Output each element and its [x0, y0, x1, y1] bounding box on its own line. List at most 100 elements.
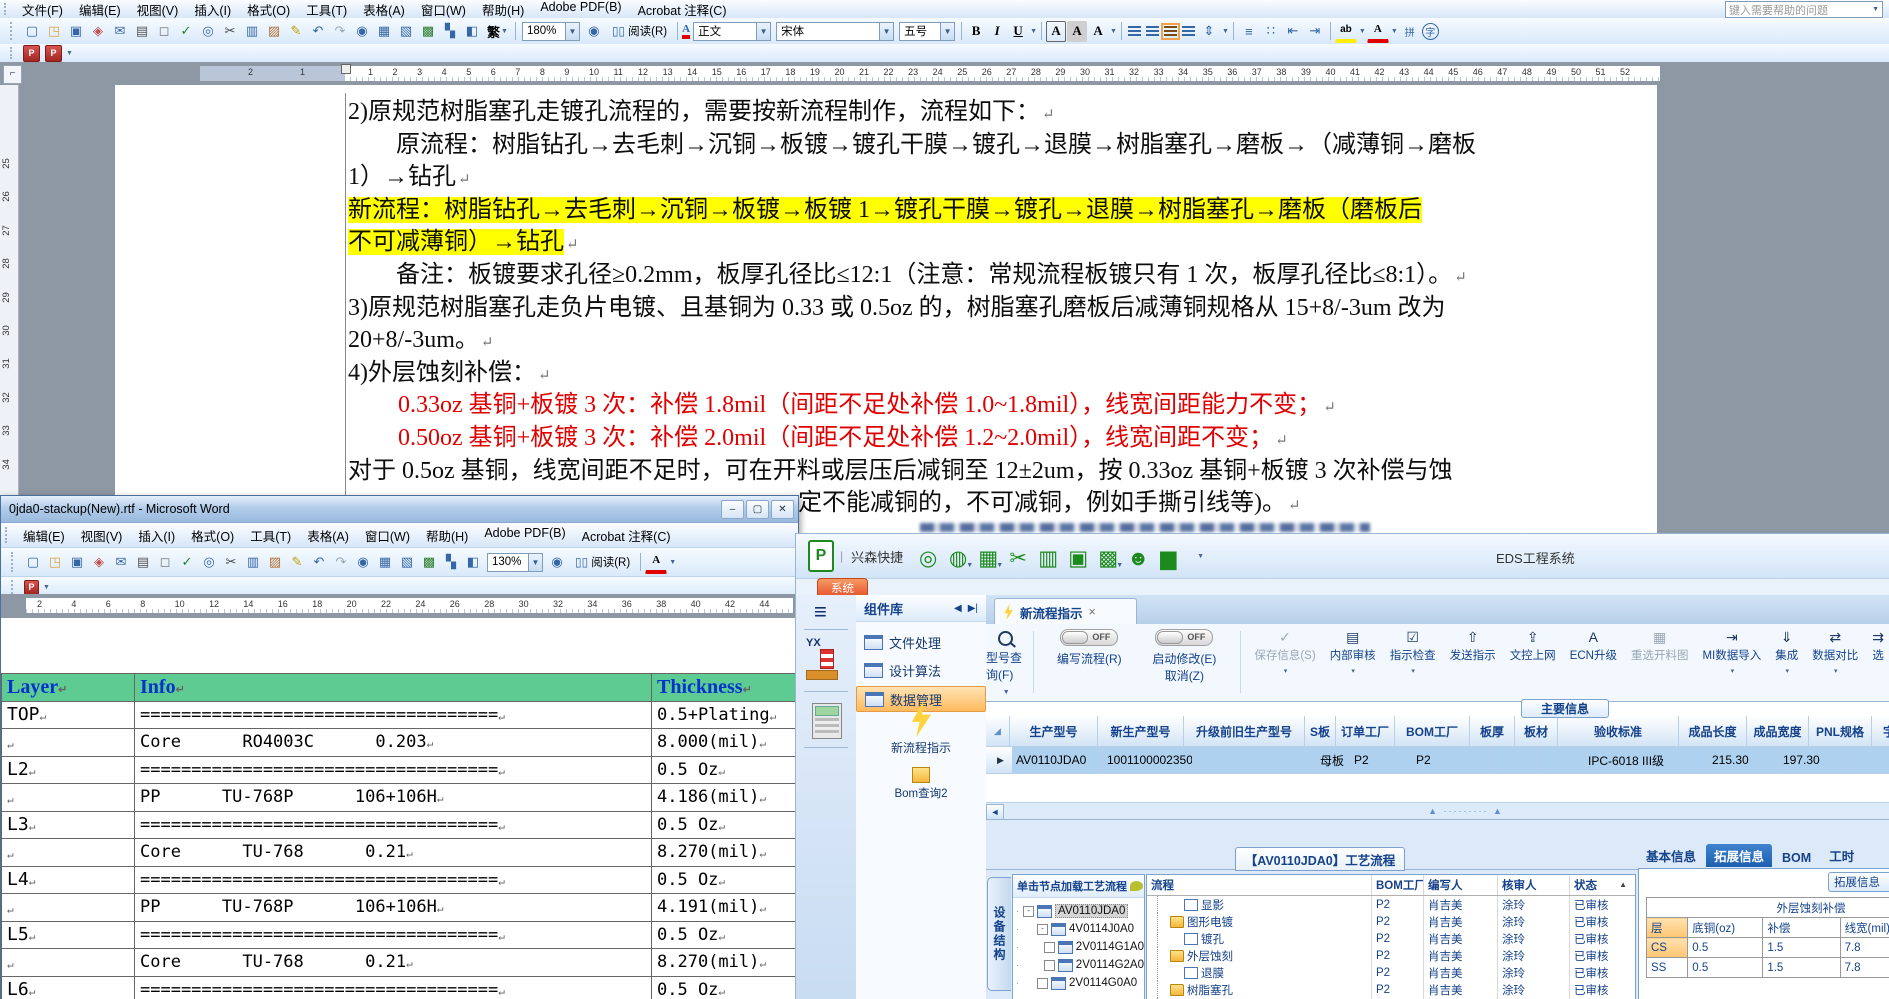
italic-button[interactable]: I: [987, 21, 1007, 42]
menu-item[interactable]: 表格(A): [299, 524, 357, 547]
tree-expander[interactable]: -: [1037, 923, 1048, 935]
toolbar-grip[interactable]: [10, 46, 16, 60]
column-header[interactable]: 验收标准: [1558, 716, 1679, 747]
bold-button[interactable]: B: [966, 21, 986, 42]
align-center-button[interactable]: [1145, 25, 1159, 37]
column-header[interactable]: 成品长度: [1679, 716, 1747, 747]
tree-item[interactable]: 2V0114G2A0: [1017, 956, 1144, 974]
undo-icon[interactable]: ↶: [307, 21, 329, 42]
help-icon[interactable]: ◉: [546, 552, 568, 573]
calculator-icon[interactable]: [812, 703, 842, 739]
flow-row[interactable]: 退膜 P2 肖吉美 涂玲 已审核: [1147, 964, 1635, 981]
copy-icon[interactable]: ▥: [242, 552, 264, 573]
hyperlink-icon[interactable]: ◉: [352, 552, 374, 573]
ext-tab[interactable]: 工时: [1821, 844, 1862, 867]
stackup-titlebar[interactable]: 0jda0-stackup(New).rtf - Microsoft Word …: [1, 496, 798, 523]
stackup-row[interactable]: L5↵ ===================================↵…: [1, 920, 799, 949]
flow-row[interactable]: 树脂塞孔 P2 肖吉美 涂玲 已审核: [1147, 981, 1635, 998]
columns-icon[interactable]: ▚: [440, 552, 462, 573]
spelling-icon[interactable]: ✓: [176, 552, 198, 573]
table-cell[interactable]: 母板: [1317, 747, 1351, 774]
tree-expander[interactable]: [1037, 977, 1048, 989]
column-header[interactable]: 升级前旧生产型号: [1184, 716, 1305, 747]
font-combobox[interactable]: 宋体 ▼: [776, 21, 895, 41]
table-cell[interactable]: [1845, 747, 1889, 774]
mail-icon[interactable]: ✉: [109, 21, 131, 42]
user-icon[interactable]: ☻▼: [1123, 539, 1153, 573]
tab-system[interactable]: 系统: [817, 578, 868, 596]
table-cell[interactable]: IPC-6018 III级: [1585, 747, 1709, 774]
find-icon[interactable]: ◎: [198, 552, 220, 573]
eds-titlebar[interactable]: P | 兴森快捷 ◎▼◍▼▦▼✂▼▥▼▣▼▩▼☻▼▆▼ ▼ EDS工程系统: [796, 534, 1889, 579]
zoom-combobox[interactable]: 180% ▼: [521, 21, 580, 41]
tab-selector[interactable]: ⌐: [3, 65, 22, 84]
style-combobox[interactable]: 正文 ▼: [693, 21, 772, 41]
quickbar-options-icon[interactable]: ▼: [1197, 553, 1204, 560]
search-icon[interactable]: ◎▼: [913, 539, 943, 573]
tree-item[interactable]: 2V0114G0A0: [1017, 974, 1144, 992]
column-header[interactable]: PNL规格: [1809, 716, 1872, 747]
table-cell[interactable]: P2: [1413, 747, 1491, 774]
ext-row[interactable]: SS0.51.57.84: [1645, 957, 1889, 978]
highlight-button[interactable]: ab: [1334, 19, 1357, 43]
save-icon[interactable]: ▣: [65, 21, 87, 42]
window-control-button[interactable]: ‒: [721, 500, 744, 519]
row-selector[interactable]: ▶: [986, 747, 1013, 774]
enclose-character-button[interactable]: 字: [1421, 22, 1439, 40]
stackup-row[interactable]: ↵ Core RO4003C 0.203↵ 8.000(mil)↵: [1, 728, 799, 757]
component-panel-item[interactable]: 文件处理: [856, 630, 986, 654]
toolbar-grip[interactable]: [11, 552, 17, 572]
menu-item[interactable]: Adobe PDF(B): [476, 524, 573, 547]
menu-item[interactable]: 编辑(E): [15, 524, 73, 547]
table-cell[interactable]: P2: [1351, 747, 1413, 774]
tool-bom-query[interactable]: Bom查询2: [856, 763, 986, 801]
flow-row[interactable]: 图形电镀 P2 肖吉美 涂玲 已审核: [1147, 913, 1635, 930]
char-border-button[interactable]: A: [1046, 20, 1067, 42]
print-icon[interactable]: ▤: [131, 21, 153, 42]
stackup-row[interactable]: L4↵ ===================================↵…: [1, 865, 799, 894]
table-cell[interactable]: [1491, 747, 1539, 774]
line-spacing-button[interactable]: ⇕: [1198, 21, 1220, 42]
phonetic-guide-button[interactable]: 拼: [1399, 21, 1421, 42]
toolbar-grip[interactable]: [4, 2, 10, 16]
increase-indent-icon[interactable]: ⇥: [1304, 21, 1326, 42]
align-distribute-button[interactable]: [1181, 25, 1195, 37]
pin-right-icon[interactable]: ▶|: [968, 603, 978, 614]
window-control-button[interactable]: ✕: [771, 500, 794, 519]
format-painter-icon[interactable]: ✎: [286, 552, 308, 573]
table-cell[interactable]: 215.30: [1709, 747, 1780, 774]
mail-icon[interactable]: ✉: [110, 552, 132, 573]
ext-tab[interactable]: BOM: [1774, 849, 1819, 867]
column-header[interactable]: 新生产型号: [1098, 716, 1184, 747]
paste-icon[interactable]: ▨: [264, 552, 286, 573]
new-doc-icon[interactable]: ▢: [22, 552, 44, 573]
document-map-icon[interactable]: ◧: [462, 552, 484, 573]
column-header[interactable]: 板材: [1515, 716, 1558, 747]
ext-tab[interactable]: 基本信息: [1638, 844, 1704, 867]
paste-icon[interactable]: ▨: [263, 21, 285, 42]
open-icon[interactable]: ◳: [44, 552, 66, 573]
help-icon[interactable]: ◉: [583, 21, 605, 42]
table-cell[interactable]: 197.30: [1780, 747, 1845, 774]
flow-row[interactable]: 外层蚀刻 P2 肖吉美 涂玲 已审核: [1147, 947, 1635, 964]
hamburger-menu-icon[interactable]: ≡: [814, 599, 827, 625]
char-scale-button[interactable]: A: [1088, 21, 1108, 42]
tool-new-process-indication[interactable]: 新流程指示: [856, 695, 986, 756]
toolbar-grip[interactable]: [10, 21, 16, 41]
char-shading-button[interactable]: A: [1067, 20, 1088, 42]
print-preview-icon[interactable]: ◻: [153, 21, 175, 42]
close-icon[interactable]: ×: [1089, 605, 1096, 619]
toolbar-grip[interactable]: [11, 580, 17, 594]
format-painter-icon[interactable]: ✎: [285, 21, 307, 42]
align-right-button[interactable]: [1160, 22, 1180, 40]
print-icon[interactable]: ▤: [132, 552, 154, 573]
indent-marker[interactable]: [341, 64, 351, 74]
ext-row[interactable]: CS0.51.57.84: [1645, 937, 1889, 958]
menu-item[interactable]: 格式(O): [183, 524, 242, 547]
tree-item[interactable]: - 4V0114J0A0: [1017, 920, 1144, 938]
decrease-indent-icon[interactable]: ⇤: [1282, 21, 1304, 42]
table-cell[interactable]: [1539, 747, 1585, 774]
scissors-icon[interactable]: ✂▼: [1003, 539, 1033, 573]
hyperlink-icon[interactable]: ◉: [351, 21, 373, 42]
redo-icon[interactable]: ↷: [329, 21, 351, 42]
